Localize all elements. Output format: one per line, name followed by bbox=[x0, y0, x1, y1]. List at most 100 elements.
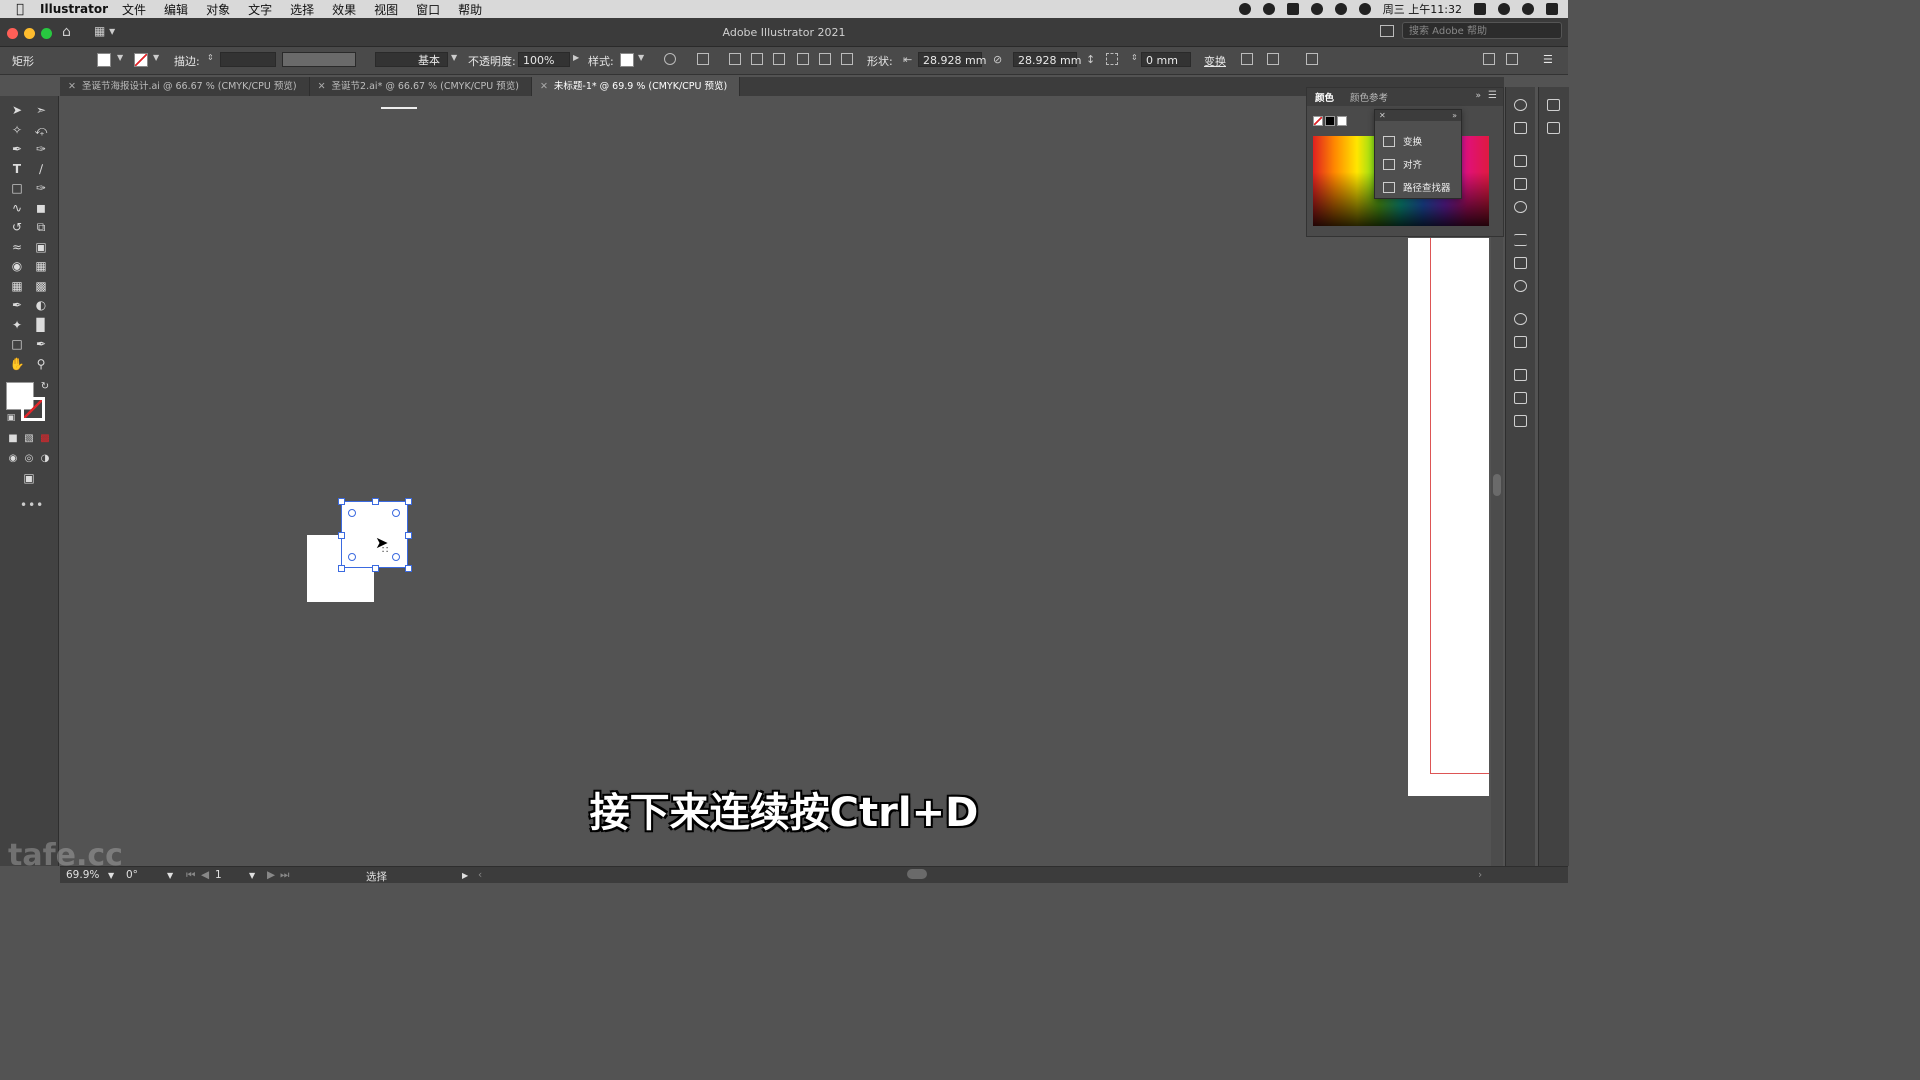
libraries-icon[interactable] bbox=[1547, 122, 1560, 134]
stroke-style-select[interactable]: 基本 bbox=[375, 52, 448, 67]
rotation-dropdown-icon[interactable]: ▼ bbox=[167, 871, 173, 880]
corner-radius-field[interactable]: 0 mm bbox=[1141, 52, 1191, 67]
menu-view[interactable]: 视图 bbox=[374, 1, 398, 18]
status-menu-arrow-icon[interactable]: ▶ bbox=[462, 871, 468, 880]
close-tab-icon[interactable]: ✕ bbox=[318, 81, 326, 92]
shape-width-field[interactable]: 28.928 mm bbox=[918, 52, 986, 67]
corner-widget[interactable] bbox=[392, 509, 400, 517]
last-artboard-icon[interactable]: ⏭ bbox=[280, 869, 289, 882]
symbols-icon[interactable] bbox=[1514, 201, 1527, 213]
menu-effect[interactable]: 效果 bbox=[332, 1, 356, 18]
panel-item-pathfinder[interactable]: 路径查找器 bbox=[1383, 178, 1451, 196]
panel-menu-icon[interactable]: ☰ bbox=[1488, 90, 1497, 101]
isolate-icon[interactable] bbox=[1306, 53, 1318, 65]
menu-select[interactable]: 选择 bbox=[290, 1, 314, 18]
panel-options-icon[interactable] bbox=[1483, 53, 1495, 65]
help-search-input[interactable]: 搜索 Adobe 帮助 bbox=[1402, 22, 1562, 39]
curvature-tool-icon[interactable]: ✑ bbox=[32, 141, 50, 157]
brushes-icon[interactable] bbox=[1514, 178, 1527, 190]
graphic-styles-icon[interactable] bbox=[1514, 336, 1527, 348]
volume-icon[interactable] bbox=[1358, 3, 1371, 15]
edit-toolbar-icon[interactable]: ••• bbox=[20, 498, 44, 512]
asset-export-icon[interactable] bbox=[1514, 392, 1527, 404]
direct-selection-tool-icon[interactable]: ➣ bbox=[32, 102, 50, 118]
type-tool-icon[interactable]: T bbox=[8, 161, 26, 177]
previous-artboard-icon[interactable]: ◀ bbox=[201, 869, 209, 881]
expand-icon[interactable]: » bbox=[1452, 110, 1457, 121]
rectangle-tool-icon[interactable]: □ bbox=[8, 180, 26, 196]
scroll-left-icon[interactable]: ‹ bbox=[478, 869, 482, 881]
width-tool-icon[interactable]: ≈ bbox=[8, 239, 26, 255]
menubar-clock[interactable]: 周三 上午11:32 bbox=[1383, 1, 1462, 17]
free-transform-tool-icon[interactable]: ▣ bbox=[32, 239, 50, 255]
align-top-icon[interactable] bbox=[797, 53, 809, 65]
bounding-handle[interactable] bbox=[405, 498, 412, 505]
bounding-handle[interactable] bbox=[405, 532, 412, 539]
align-middle-icon[interactable] bbox=[819, 53, 831, 65]
bluetooth-icon[interactable] bbox=[1310, 3, 1323, 15]
shaper-tool-icon[interactable]: ∿ bbox=[8, 200, 26, 216]
close-icon[interactable]: ✕ bbox=[1379, 111, 1386, 120]
close-tab-icon[interactable]: ✕ bbox=[540, 81, 548, 92]
horizontal-scroll-thumb[interactable] bbox=[907, 869, 927, 879]
selection-tool-icon[interactable]: ➤ bbox=[8, 102, 26, 118]
apple-icon[interactable]:  bbox=[0, 2, 40, 17]
align-bottom-icon[interactable] bbox=[841, 53, 853, 65]
control-center-icon[interactable] bbox=[1546, 3, 1558, 15]
symbol-sprayer-tool-icon[interactable]: ✦ bbox=[8, 317, 26, 333]
shape-builder-tool-icon[interactable]: ◉ bbox=[8, 258, 26, 274]
link-proportions-icon[interactable]: ⊘ bbox=[993, 53, 1002, 66]
line-tool-icon[interactable]: ∕ bbox=[32, 161, 50, 177]
shape-height-field[interactable]: 28.928 mm bbox=[1013, 52, 1081, 67]
paintbrush-tool-icon[interactable]: ✑ bbox=[32, 180, 50, 196]
eraser-tool-icon[interactable]: ◼ bbox=[32, 200, 50, 216]
corner-type-icon[interactable] bbox=[1106, 53, 1118, 65]
artboards-icon[interactable] bbox=[1514, 415, 1527, 427]
perspective-grid-tool-icon[interactable]: ▦ bbox=[32, 258, 50, 274]
fill-swatch[interactable] bbox=[97, 53, 111, 67]
rotate-tool-icon[interactable]: ↺ bbox=[8, 219, 26, 235]
opacity-field[interactable]: 100% bbox=[518, 52, 570, 67]
vertical-scroll-thumb[interactable] bbox=[1493, 474, 1501, 496]
panel-item-transform[interactable]: 变换 bbox=[1383, 132, 1422, 150]
pen-icon[interactable] bbox=[1286, 3, 1299, 15]
variable-width-profile[interactable] bbox=[282, 52, 356, 67]
color-panel-icon[interactable] bbox=[1514, 99, 1527, 111]
gradient-panel-icon[interactable] bbox=[1514, 257, 1527, 269]
creative-cloud-icon[interactable] bbox=[1262, 3, 1275, 15]
tab-color[interactable]: 颜色 bbox=[1307, 90, 1342, 104]
scroll-right-icon[interactable]: › bbox=[1478, 869, 1482, 881]
properties-icon[interactable] bbox=[1547, 99, 1560, 111]
align-center-icon[interactable] bbox=[751, 53, 763, 65]
bounding-handle[interactable] bbox=[338, 532, 345, 539]
align-to-icon[interactable] bbox=[697, 53, 709, 65]
tab-document-1[interactable]: ✕ 圣诞节海报设计.ai @ 66.67 % (CMYK/CPU 预览) bbox=[60, 77, 310, 96]
spotlight-icon[interactable] bbox=[1498, 3, 1510, 15]
default-fill-stroke-icon[interactable]: ▣ bbox=[2, 410, 20, 426]
stroke-color-box[interactable] bbox=[21, 397, 45, 421]
layers-icon[interactable] bbox=[1514, 369, 1527, 381]
mesh-tool-icon[interactable]: ▦ bbox=[8, 278, 26, 294]
tab-color-guide[interactable]: 颜色参考 bbox=[1342, 90, 1396, 104]
transform-link[interactable]: 变换 bbox=[1204, 53, 1226, 69]
artboard-dropdown-icon[interactable]: ▼ bbox=[249, 871, 255, 880]
control-bar-menu-icon[interactable]: ☰ bbox=[1543, 53, 1553, 66]
distribute-icon[interactable] bbox=[1506, 53, 1518, 65]
stroke-dropdown-icon[interactable]: ▼ bbox=[153, 53, 159, 62]
none-mode-icon[interactable]: ▩ bbox=[36, 430, 54, 446]
bounding-handle[interactable] bbox=[372, 565, 379, 572]
menu-edit[interactable]: 编辑 bbox=[164, 1, 188, 18]
swap-fill-stroke-icon[interactable]: ↻ bbox=[36, 378, 54, 394]
corner-widget[interactable] bbox=[348, 553, 356, 561]
tab-document-3[interactable]: ✕ 未标题-1* @ 69.9 % (CMYK/CPU 预览) bbox=[531, 77, 741, 96]
arrange-documents-icon[interactable] bbox=[1380, 25, 1394, 37]
transform-each-icon[interactable] bbox=[1241, 53, 1253, 65]
record-icon[interactable] bbox=[1238, 3, 1251, 15]
stroke-style-dropdown-icon[interactable]: ▼ bbox=[451, 53, 457, 62]
pen-tool-icon[interactable]: ✒ bbox=[8, 141, 26, 157]
white-swatch[interactable] bbox=[1337, 116, 1347, 126]
appearance-icon[interactable] bbox=[1514, 313, 1527, 325]
graphic-style-swatch[interactable] bbox=[620, 53, 634, 67]
next-artboard-icon[interactable]: ▶ bbox=[267, 869, 275, 881]
panel-item-align[interactable]: 对齐 bbox=[1383, 155, 1422, 173]
